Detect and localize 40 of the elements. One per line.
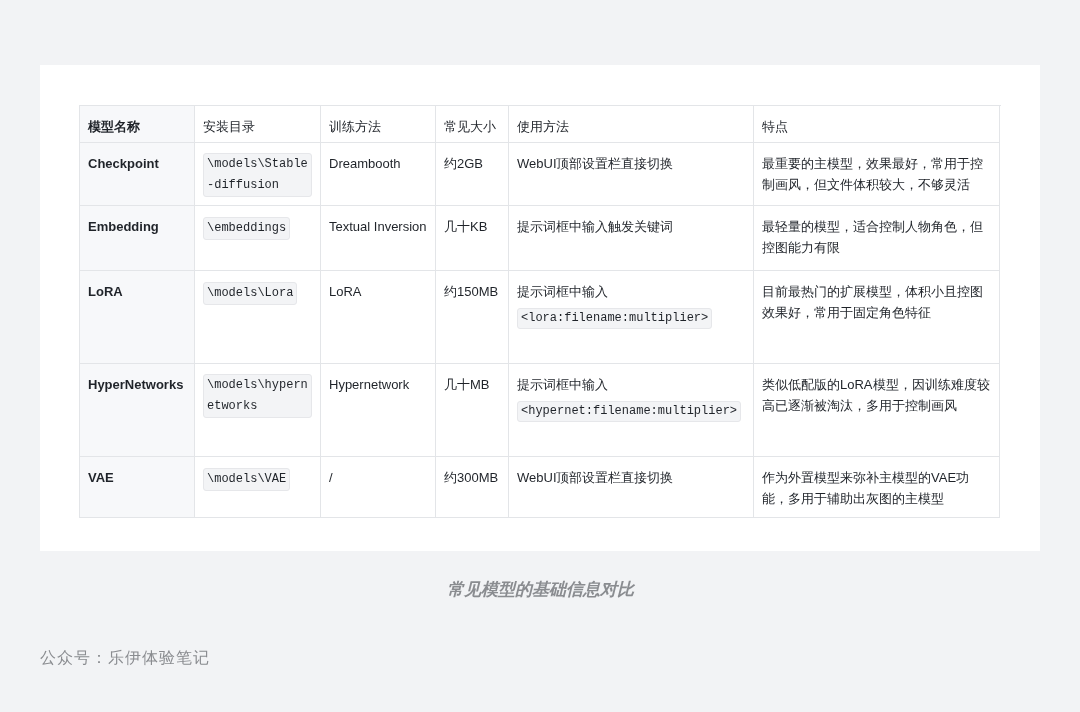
column-header: 特点	[754, 106, 1000, 143]
usage-text: WebUI顶部设置栏直接切换	[517, 155, 675, 173]
table-cell: 最重要的主模型，效果最好，常用于控制画风，但文件体积较大，不够灵活	[754, 143, 1000, 206]
table-cell: 作为外置模型来弥补主模型的VAE功能，多用于辅助出灰图的主模型	[754, 457, 1000, 518]
table-cell: Textual Inversion	[321, 206, 436, 271]
table-cell: 类似低配版的LoRA模型，因训练难度较高已逐渐被淘汰，多用于控制画风	[754, 364, 1000, 457]
table-cell: 约2GB	[436, 143, 509, 206]
directory-path: \models\VAE	[203, 468, 291, 491]
usage-text: 提示词框中输入	[517, 283, 609, 301]
syntax-code: <hypernet:filename:multiplier>	[517, 401, 742, 422]
usage-text: 提示词框中输入	[517, 376, 609, 394]
model-name-cell: Checkpoint	[80, 143, 195, 206]
model-name-cell: LoRA	[80, 271, 195, 364]
column-header: 安装目录	[195, 106, 321, 143]
table-caption: 常见模型的基础信息对比	[446, 579, 634, 601]
column-header: 常见大小	[436, 106, 509, 143]
directory-path: \embeddings	[203, 217, 291, 240]
directory-path: \models\Stable-diffusion	[203, 153, 312, 197]
column-header: 训练方法	[321, 106, 436, 143]
usage-text: 提示词框中输入触发关键词	[517, 218, 674, 236]
table-cell: 最轻量的模型，适合控制人物角色，但控图能力有限	[754, 206, 1000, 271]
usage-text: WebUI顶部设置栏直接切换	[517, 469, 675, 487]
account-label: 公众号：乐伊体验笔记	[40, 648, 210, 668]
model-name-cell: HyperNetworks	[80, 364, 195, 457]
syntax-code: <lora:filename:multiplier>	[517, 308, 713, 329]
table-cell: 几十MB	[436, 364, 509, 457]
table-cell: Hypernetwork	[321, 364, 436, 457]
column-header: 模型名称	[80, 106, 195, 143]
table-cell: Dreambooth	[321, 143, 436, 206]
directory-path: \models\hypernetworks	[203, 374, 312, 418]
model-name-cell: VAE	[80, 457, 195, 518]
directory-path: \models\Lora	[203, 282, 298, 305]
table-cell: /	[321, 457, 436, 518]
table-cell: LoRA	[321, 271, 436, 364]
table-cell: 目前最热门的扩展模型，体积小且控图效果好，常用于固定角色特征	[754, 271, 1000, 364]
table-cell: 约150MB	[436, 271, 509, 364]
column-header: 使用方法	[509, 106, 754, 143]
table-cell: 几十KB	[436, 206, 509, 271]
table-cell: 约300MB	[436, 457, 509, 518]
model-name-cell: Embedding	[80, 206, 195, 271]
